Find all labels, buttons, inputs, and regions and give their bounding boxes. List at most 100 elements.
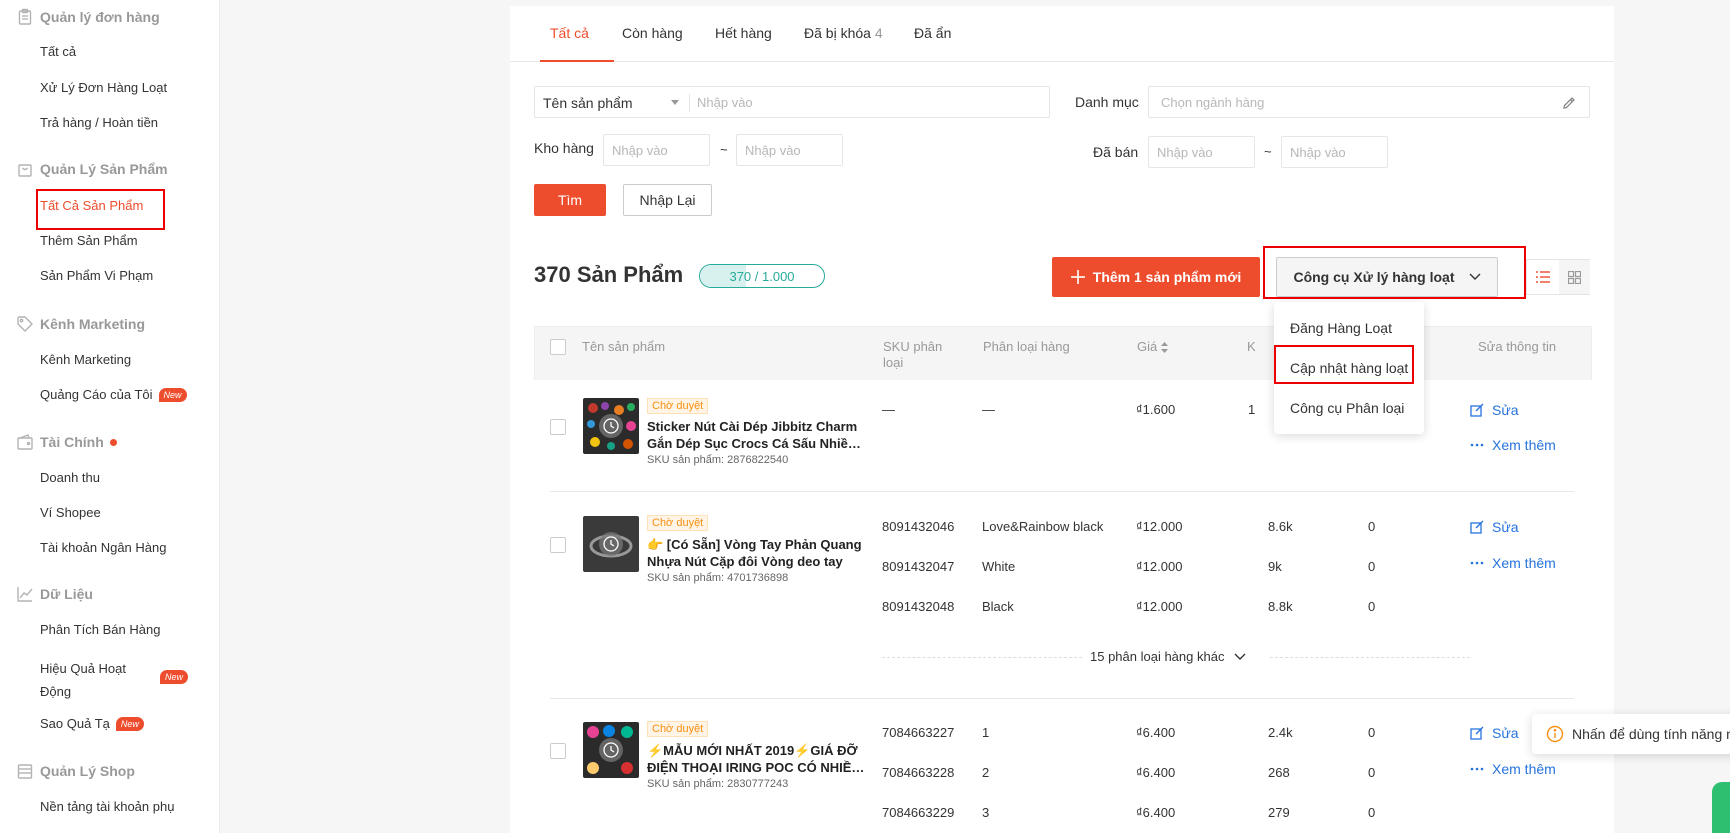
variant-sku: 7084663228 (882, 765, 955, 780)
variant-price: ₫6.400 (1136, 805, 1176, 820)
quota-text: 370 / 1.000 (729, 269, 795, 284)
tab-in-stock[interactable]: Còn hàng (622, 25, 683, 41)
sidebar-item-all-orders[interactable]: Tất cả (40, 44, 76, 59)
divider-dashed (882, 657, 1082, 658)
search-box: Tên sản phẩm Nhập vào (534, 86, 1050, 118)
variant-name: 1 (982, 725, 990, 740)
sidebar-item-violations[interactable]: Sản Phẩm Vi Phạm (40, 268, 153, 283)
grid-view-button[interactable] (1559, 260, 1590, 294)
sidebar-item-shopee-wallet[interactable]: Ví Shopee (40, 505, 101, 520)
stock-max-input[interactable]: Nhập vào (736, 134, 843, 166)
feature-toast[interactable]: Nhấn để dùng tính năng mới (1532, 714, 1730, 754)
sidebar-item-label: Kênh Marketing (40, 352, 132, 367)
sidebar-group-marketing[interactable]: Kênh Marketing (16, 315, 145, 333)
variant-stock: 2.4k (1268, 725, 1293, 740)
row-checkbox[interactable] (550, 537, 566, 553)
pencil-icon[interactable] (1561, 95, 1577, 111)
list-view-button[interactable] (1527, 260, 1559, 294)
sidebar-item-label: Nền tảng tài khoản phụ (40, 799, 175, 814)
product-sku: SKU sản phẩm: 4701736898 (647, 572, 789, 584)
product-name[interactable]: 👉 [Có Sẵn] Vòng Tay Phản Quang Nhựa Nút … (647, 536, 865, 570)
category-label: Danh mục (1075, 94, 1139, 110)
variant-name: Black (982, 599, 1014, 614)
sidebar-group-data[interactable]: Dữ Liệu (16, 585, 93, 603)
sidebar-group-shop[interactable]: Quản Lý Shop (16, 762, 135, 780)
tab-all[interactable]: Tất cả (550, 25, 589, 41)
divider-dashed (1270, 657, 1470, 658)
sold-min-input[interactable]: Nhập vào (1148, 136, 1255, 168)
sold-max-input[interactable]: Nhập vào (1281, 136, 1388, 168)
row-checkbox[interactable] (550, 419, 566, 435)
variant-sold: 0 (1368, 559, 1376, 574)
select-all-checkbox[interactable] (550, 339, 566, 355)
product-name[interactable]: ⚡MẪU MỚI NHẤT 2019⚡GIÁ ĐỠ ĐIỆN THOẠI IRI… (647, 742, 865, 776)
sort-icon (1161, 341, 1169, 353)
tab-hidden[interactable]: Đã ẩn (914, 25, 951, 41)
sidebar-item-revenue[interactable]: Doanh thu (40, 470, 100, 485)
edit-link[interactable]: Sửa (1470, 519, 1519, 535)
stock-min-input[interactable]: Nhập vào (603, 134, 710, 166)
sidebar-item-label: Quảng Cáo của Tôi (40, 387, 153, 402)
shop-icon (17, 764, 33, 779)
menu-item-bulk-upload[interactable]: Đăng Hàng Loạt (1290, 320, 1392, 336)
column-header-stock: K (1247, 339, 1256, 354)
sidebar-item-bank-account[interactable]: Tài khoản Ngân Hàng (40, 540, 166, 555)
sidebar-item-my-ads[interactable]: Quảng Cáo của Tôi New (40, 387, 187, 402)
sidebar-item-performance[interactable]: Hiệu Quả Hoạt Động (40, 657, 158, 703)
menu-item-variation-tool[interactable]: Công cụ Phân loại (1290, 400, 1404, 416)
product-name[interactable]: Sticker Nút Cài Dép Jibbitz Charm Gắn Dé… (647, 418, 865, 452)
sidebar-item-bulk-orders[interactable]: Xử Lý Đơn Hàng Loạt (40, 80, 167, 95)
variant-stock: 8.6k (1268, 519, 1293, 534)
sidebar-group-finance[interactable]: Tài Chính (16, 433, 117, 451)
list-view-icon (1536, 271, 1550, 283)
sidebar-item-marketing[interactable]: Kênh Marketing (40, 352, 131, 367)
category-placeholder: Chọn ngành hàng (1161, 95, 1265, 110)
highlight-box (1274, 345, 1414, 384)
category-select[interactable]: Chọn ngành hàng (1148, 86, 1590, 118)
highlight-box (1263, 246, 1526, 299)
info-icon (1546, 725, 1564, 743)
tag-icon (17, 316, 33, 332)
more-link[interactable]: Xem thêm (1470, 761, 1556, 777)
table-header: Tên sản phẩm SKU phân loại Phân loại hàn… (534, 326, 1592, 380)
sidebar-item-add-product[interactable]: Thêm Sản Phẩm (40, 233, 138, 248)
sidebar-item-sales-analysis[interactable]: Phân Tích Bán Hàng (40, 622, 160, 637)
add-product-button[interactable]: Thêm 1 sản phẩm mới (1052, 257, 1260, 297)
sidebar-group-title: Tài Chính (40, 434, 104, 450)
search-type-select[interactable]: Tên sản phẩm (543, 95, 633, 111)
sidebar-item-label: Ví Shopee (40, 505, 101, 520)
row-checkbox[interactable] (550, 743, 566, 759)
more-variants-toggle[interactable]: 15 phân loại hàng khác (1090, 649, 1246, 664)
column-header-price[interactable]: Giá (1137, 339, 1169, 355)
product-thumbnail[interactable] (583, 516, 639, 572)
variant-name: 3 (982, 805, 990, 820)
search-input[interactable]: Nhập vào (697, 95, 753, 110)
sidebar-item-rating[interactable]: Sao Quả Tạ New (40, 716, 144, 731)
tab-locked[interactable]: Đã bị khóa 4 (804, 25, 883, 41)
search-button[interactable]: Tìm (534, 184, 606, 216)
shopping-bag-icon (18, 164, 32, 177)
edit-link[interactable]: Sửa (1470, 725, 1519, 741)
edit-link[interactable]: Sửa (1470, 402, 1519, 418)
sidebar-item-sub-accounts[interactable]: Nền tảng tài khoản phụ (40, 799, 174, 814)
variant-name: — (982, 402, 995, 417)
sidebar: Quản lý đơn hàng Tất cả Xử Lý Đơn Hàng L… (0, 0, 220, 833)
product-thumbnail[interactable] (583, 398, 639, 454)
more-link[interactable]: Xem thêm (1470, 555, 1556, 571)
notification-dot (109, 438, 117, 446)
variant-stock: 1 (1248, 402, 1256, 417)
tab-out-of-stock[interactable]: Hết hàng (715, 25, 772, 41)
reset-button[interactable]: Nhập Lại (623, 184, 712, 216)
variant-sku: 8091432046 (882, 519, 955, 534)
more-link[interactable]: Xem thêm (1470, 437, 1556, 453)
chat-widget-tab[interactable] (1712, 782, 1730, 833)
sidebar-item-label: Tài khoản Ngân Hàng (40, 540, 167, 555)
sidebar-group-products[interactable]: Quản Lý Sản Phẩm (16, 160, 168, 178)
sidebar-item-label: Xử Lý Đơn Hàng Loạt (40, 80, 168, 95)
sidebar-item-returns[interactable]: Trả hàng / Hoàn tiền (40, 115, 158, 130)
sidebar-group-orders[interactable]: Quản lý đơn hàng (16, 8, 160, 26)
product-thumbnail[interactable] (583, 722, 639, 778)
range-separator: ~ (1264, 144, 1272, 159)
status-badge: Chờ duyệt (647, 515, 709, 531)
line-chart-icon (17, 587, 33, 602)
